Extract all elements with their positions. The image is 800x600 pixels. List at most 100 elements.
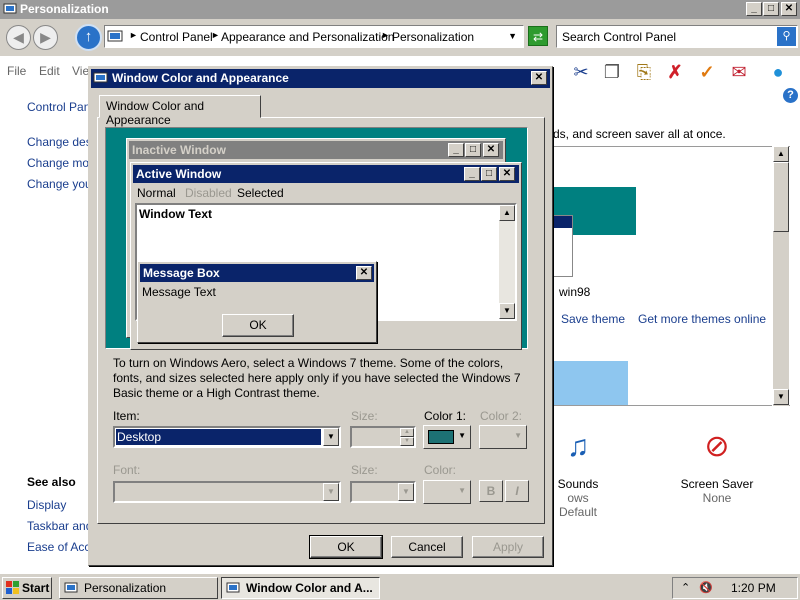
paste-icon[interactable]: ⎘ [632,60,656,84]
close-icon: ✕ [499,167,515,181]
italic-button[interactable]: I [505,480,529,502]
forward-button[interactable]: ▶ [33,25,58,50]
start-button[interactable]: Start [2,577,52,599]
crumb-arrow-icon[interactable]: ► [211,30,220,40]
close-button[interactable]: ✕ [781,2,797,16]
chevron-down-icon: ▼ [514,431,522,440]
theme-thumbnail[interactable] [554,361,628,405]
ok-button[interactable]: OK [309,535,383,559]
nav-link-account[interactable]: Change your [27,177,96,191]
nav-control-panel-home[interactable]: Control Pane [27,100,97,114]
copy-icon[interactable]: ❐ [600,60,624,84]
color1-swatch [428,430,454,444]
chevron-down-icon[interactable]: ▼ [398,483,414,501]
close-icon[interactable]: ✕ [531,71,547,85]
checkmark-icon[interactable]: ✓ [695,60,719,84]
chevron-down-icon[interactable]: ▼ [323,428,339,446]
see-also-display[interactable]: Display [27,498,66,512]
cancel-button[interactable]: Cancel [391,536,463,558]
dialog-title: Window Color and Appearance [112,71,289,85]
scroll-down-icon[interactable]: ▼ [773,389,789,405]
see-also-ease[interactable]: Ease of Acce [27,540,97,554]
control-panel-icon [64,582,78,593]
search-input[interactable]: Search Control Panel ⚲ [556,25,798,48]
cut-icon[interactable]: ✂ [569,60,593,84]
preview-scrollbar[interactable]: ▲ ▼ [499,205,515,319]
theme-name[interactable]: win98 [559,285,590,299]
crumb-arrow-icon[interactable]: ► [381,30,390,40]
see-also-taskbar[interactable]: Taskbar and [27,519,92,533]
taskbar-item-label: Window Color and A... [246,581,373,595]
theme-thumbnail-window [553,215,573,277]
search-icon[interactable]: ⚲ [777,27,796,46]
active-window-title: Active Window [136,167,222,181]
crumb-appearance[interactable]: Appearance and Personalization [221,30,394,44]
menu-selected[interactable]: Selected [237,186,284,200]
maximize-icon: □ [481,167,497,181]
color1-button[interactable]: ▼ [423,425,471,449]
help-icon[interactable]: ? [783,88,798,103]
control-panel-icon [3,3,17,14]
menu-disabled[interactable]: Disabled [185,186,232,200]
taskbar-item-window-color[interactable]: Window Color and A... [221,577,380,599]
refresh-button[interactable]: ⇄ [528,26,548,46]
email-icon[interactable]: ✉ [727,60,751,84]
minimize-button[interactable]: _ [746,2,762,16]
item-select[interactable]: Desktop ▼ [113,426,341,448]
color1-label: Color 1: [424,409,467,423]
apply-button[interactable]: Apply [472,536,544,558]
scroll-thumb[interactable] [773,162,789,232]
explorer-titlebar: Personalization _ □ ✕ [0,0,800,19]
window-title: Personalization [20,2,109,16]
get-more-themes-link[interactable]: Get more themes online [638,312,766,326]
message-box-preview[interactable]: Message Box ✕ Message Text OK [137,261,377,343]
screen-saver-value: None [702,491,732,505]
spin-up-icon[interactable]: ▲ [400,428,414,437]
up-button[interactable]: ↑ [75,24,102,51]
system-tray: ⌃ 🔇 1:20 PM [672,577,798,599]
font-size-select[interactable]: ▼ [350,481,416,503]
scroll-up-icon[interactable]: ▲ [499,205,515,221]
menu-file[interactable]: File [7,64,26,78]
size-label: Size: [351,409,378,423]
maximize-button[interactable]: □ [763,2,779,16]
address-input[interactable]: ► Control Panel ► Appearance and Persona… [104,25,524,48]
back-button[interactable]: ◀ [6,25,31,50]
sounds-item[interactable]: ♫ Sounds ows Default [548,425,608,519]
chevron-up-icon[interactable]: ⌃ [681,581,690,594]
volume-muted-icon[interactable]: 🔇 [699,581,713,594]
window-text: Window Text [139,207,212,221]
menu-normal[interactable]: Normal [137,186,176,200]
minimize-icon: _ [464,167,480,181]
chevron-down-icon[interactable]: ▼ [508,31,517,41]
crumb-control-panel[interactable]: Control Panel [140,30,213,44]
window-color-dialog: Window Color and Appearance ✕ Window Col… [88,66,553,566]
tab-window-color[interactable]: Window Color and Appearance [99,95,261,127]
dialog-titlebar: Window Color and Appearance ✕ [91,69,550,88]
scroll-up-icon[interactable]: ▲ [773,146,789,162]
font-color-label: Color: [424,463,457,477]
font-select[interactable]: ▼ [113,481,341,503]
clock[interactable]: 1:20 PM [731,581,776,595]
screen-saver-item[interactable]: ⊘ Screen Saver None [677,425,757,505]
color2-button[interactable]: ▼ [479,425,527,449]
theme-list-scrollbar[interactable]: ▲ ▼ [772,146,789,406]
spin-down-icon[interactable]: ▼ [400,437,414,446]
nav-link-mouse[interactable]: Change mou [27,156,96,170]
globe-icon[interactable]: ● [766,60,790,84]
taskbar-item-personalization[interactable]: Personalization [59,577,218,599]
save-theme-link[interactable]: Save theme [561,312,625,326]
item-size-spinner[interactable]: ▲ ▼ [350,426,416,448]
delete-icon[interactable]: ✗ [663,60,687,84]
maximize-icon: □ [465,143,481,157]
scroll-down-icon[interactable]: ▼ [499,303,515,319]
see-also-heading: See also [27,475,76,489]
preview-ok-button[interactable]: OK [222,314,294,337]
bold-button[interactable]: B [479,480,503,502]
font-color-button[interactable]: ▼ [423,480,471,504]
crumb-personalization[interactable]: Personalization [392,30,474,44]
menu-edit[interactable]: Edit [39,64,60,78]
crumb-arrow-icon[interactable]: ► [129,30,138,40]
chevron-down-icon[interactable]: ▼ [323,483,339,501]
menu-view[interactable]: Vie [72,64,89,78]
